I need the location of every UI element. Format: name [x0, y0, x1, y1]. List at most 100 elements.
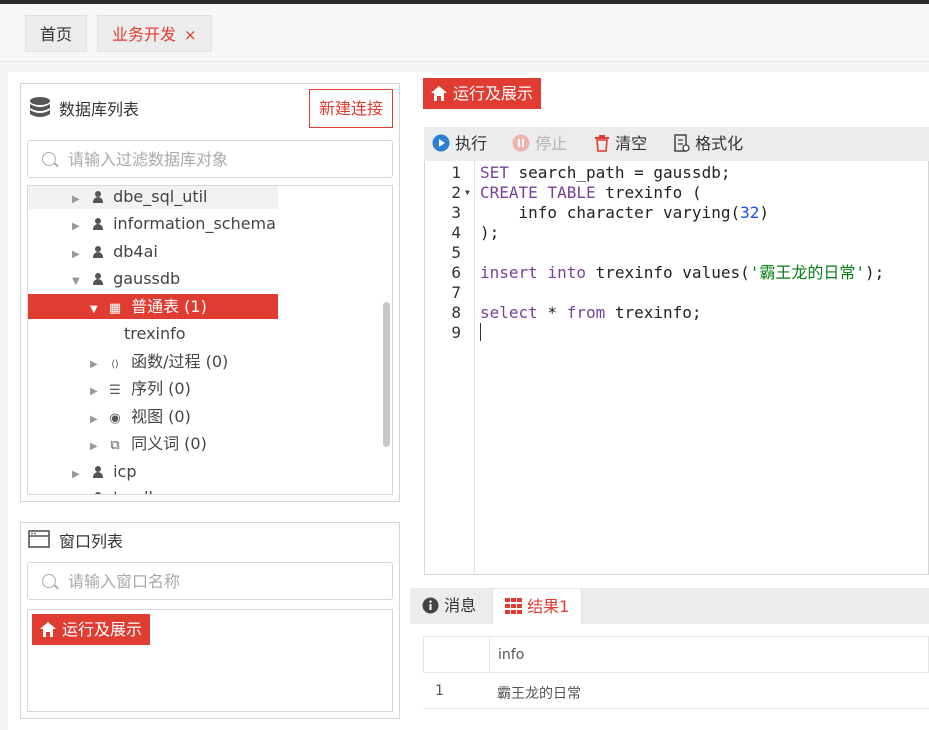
window-list-title: 窗口列表 [59, 532, 124, 551]
code-line: select * from trexinfo; [480, 303, 702, 322]
tree-node-synonyms[interactable]: ▶ ⧉ 同义词 (0) [28, 431, 207, 456]
code-file-icon: ⟨⟩ [111, 359, 119, 370]
home-icon [431, 86, 447, 101]
database-list-title: 数据库列表 [59, 100, 140, 119]
expand-arrow-icon[interactable]: ▶ [90, 352, 104, 377]
line-number: 9 [451, 323, 461, 342]
row-number-header [424, 637, 490, 672]
expand-arrow-icon[interactable]: ▶ [90, 407, 104, 432]
user-icon [92, 273, 103, 285]
line-number-gutter: 1 2 ▼ 3 4 5 6 7 8 9 [425, 161, 475, 574]
right-pane: 运行及展示 执行 停止 清空 格式化 1 2 ▼ 3 4 5 6 7 8 9 S… [408, 72, 929, 730]
collapse-arrow-icon[interactable]: ▼ [72, 269, 86, 294]
expand-arrow-icon[interactable]: ▶ [72, 242, 86, 267]
info-icon [422, 597, 439, 614]
eye-icon: ◉ [109, 411, 121, 426]
sql-editor[interactable]: 1 2 ▼ 3 4 5 6 7 8 9 SET search_path = ga… [424, 161, 929, 575]
tree-scrollbar[interactable] [383, 302, 390, 447]
stop-button[interactable]: 停止 [512, 127, 567, 161]
row-number: 1 [435, 683, 444, 699]
window-item-run-display[interactable]: 运行及展示 [32, 614, 151, 645]
synonym-icon: ⧉ [110, 438, 120, 453]
close-icon[interactable]: × [184, 26, 197, 44]
tree-node-tables[interactable]: ▼ ▦ 普通表 (1) [28, 294, 278, 319]
tab-home[interactable]: 首页 [25, 15, 88, 52]
window-list: 运行及展示 [27, 609, 393, 712]
trash-icon [595, 135, 609, 152]
window-icon [28, 530, 50, 548]
result-tabs: 消息 结果1 [410, 588, 929, 624]
tree-node-db4ai[interactable]: ▶ db4ai [28, 239, 158, 264]
tree-node-trexinfo[interactable]: trexinfo [124, 321, 186, 346]
fold-arrow-icon[interactable]: ▼ [465, 188, 470, 197]
tab-business-dev[interactable]: 业务开发 × [97, 15, 212, 52]
page-tabs: 首页 业务开发 × [0, 4, 929, 62]
result-cell: 霸王龙的日常 [497, 686, 581, 702]
tree-node-icp[interactable]: ▶ icp [28, 459, 137, 484]
table-row[interactable]: 1 霸王龙的日常 [423, 673, 929, 709]
line-number: 5 [451, 243, 461, 262]
new-connection-button[interactable]: 新建连接 [308, 89, 393, 128]
list-icon: ☰ [109, 383, 121, 398]
expand-arrow-icon[interactable]: ▶ [72, 214, 86, 239]
window-filter-input[interactable] [68, 563, 368, 599]
code-line: info character varying(32) [480, 203, 769, 222]
tree-node-information-schema[interactable]: ▶ information_schema [28, 211, 276, 236]
grid-icon [505, 598, 522, 614]
user-icon [92, 466, 103, 478]
database-list-panel: 数据库列表 新建连接 ▶ dbe_sql_util ▶ information_… [20, 83, 400, 502]
tree-node-dbe-sql-util[interactable]: ▶ dbe_sql_util [28, 186, 278, 212]
result-grid-header: info [423, 636, 929, 673]
tab-messages[interactable]: 消息 [410, 588, 488, 624]
user-icon [92, 492, 103, 494]
pause-icon [512, 134, 530, 152]
line-number: 6 [451, 263, 461, 282]
format-button[interactable]: 格式化 [674, 127, 743, 161]
format-icon [674, 134, 690, 152]
tree-node-gaussdb[interactable]: ▼ gaussdb [28, 266, 180, 291]
table-icon: ▦ [108, 301, 122, 316]
text-cursor [480, 323, 481, 341]
tab-result-1[interactable]: 结果1 [492, 588, 583, 624]
run-button[interactable]: 执行 [432, 127, 487, 161]
play-icon [432, 134, 450, 152]
user-icon [92, 246, 103, 258]
home-icon [40, 622, 56, 637]
expand-arrow-icon[interactable]: ▶ [90, 434, 104, 459]
collapse-arrow-icon[interactable]: ▼ [90, 297, 104, 322]
code-line: insert into trexinfo values('霸王龙的日常'); [480, 263, 885, 282]
user-icon [92, 218, 103, 230]
expand-arrow-icon[interactable]: ▶ [72, 187, 86, 212]
database-tree: ▶ dbe_sql_util ▶ information_schema ▶ db… [27, 185, 393, 495]
tree-node-views[interactable]: ▶ ◉ 视图 (0) [28, 404, 191, 429]
line-number: 1 [451, 163, 461, 182]
code-line: SET search_path = gaussdb; [480, 163, 731, 182]
expand-arrow-icon[interactable]: ▶ [72, 462, 86, 487]
code-line: ); [480, 223, 500, 242]
tree-node-functions[interactable]: ▶ ⟨⟩ 函数/过程 (0) [28, 349, 228, 374]
line-number: 2 [451, 183, 461, 202]
window-filter-search [27, 562, 393, 600]
clear-button[interactable]: 清空 [594, 127, 647, 161]
db-filter-input[interactable] [68, 141, 368, 177]
editor-toolbar: 执行 停止 清空 格式化 [424, 127, 929, 161]
result-grid: info 1 霸王龙的日常 [423, 636, 929, 730]
window-list-panel: 窗口列表 运行及展示 [20, 522, 400, 719]
search-icon [42, 152, 56, 166]
user-icon [92, 191, 103, 203]
line-number: 8 [451, 303, 461, 322]
tree-node-sequences[interactable]: ▶ ☰ 序列 (0) [28, 376, 191, 401]
code-line: CREATE TABLE trexinfo ( [480, 183, 702, 202]
expand-arrow-icon[interactable]: ▶ [90, 379, 104, 404]
expand-arrow-icon[interactable]: ▶ [72, 488, 86, 494]
left-pane: 数据库列表 新建连接 ▶ dbe_sql_util ▶ information_… [8, 72, 408, 730]
database-list-header: 数据库列表 新建连接 [21, 84, 399, 129]
tree-node-tcpdh[interactable]: ▶ tcpdh [28, 485, 159, 494]
column-header-info[interactable]: info [498, 647, 524, 663]
database-icon [30, 97, 50, 117]
line-number: 4 [451, 223, 461, 242]
page-title: 运行及展示 [423, 78, 542, 109]
search-icon [42, 574, 56, 588]
line-number: 7 [451, 283, 461, 302]
db-filter-search [27, 140, 393, 178]
